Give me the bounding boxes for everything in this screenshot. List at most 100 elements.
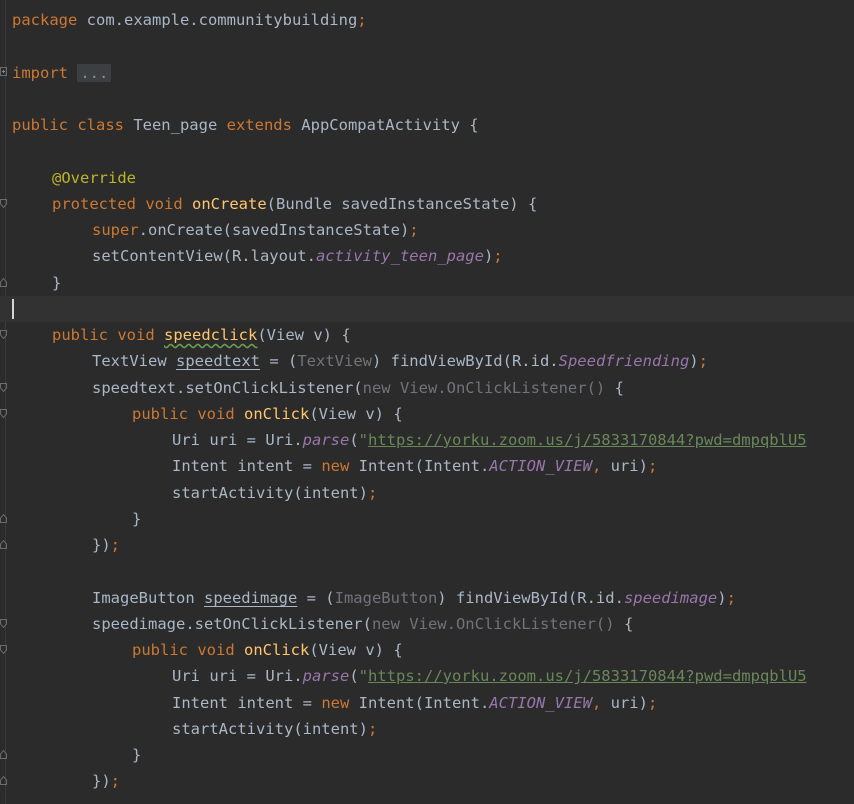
fold-end-icon[interactable] [0, 540, 7, 549]
fold-end-icon[interactable] [0, 750, 7, 759]
code-text: ) [689, 352, 699, 370]
code-line[interactable]: } [52, 270, 61, 296]
gutter-divider [5, 0, 6, 804]
url-link[interactable]: https://yorku.zoom.us/j/5833170844?pwd=d… [368, 431, 807, 449]
code-line[interactable]: protected void onCreate(Bundle savedInst… [52, 191, 537, 217]
code-text: { [614, 615, 634, 633]
code-line[interactable]: ImageButton speedimage = (ImageButton) f… [92, 585, 736, 611]
code-text: ( [349, 431, 359, 449]
method-name: onCreate [192, 195, 267, 213]
code-line[interactable]: Intent intent = new Intent(Intent.ACTION… [172, 453, 657, 479]
code-line[interactable]: import ... [12, 60, 112, 86]
anonymous-class: new View.OnClickListener() [362, 379, 606, 397]
code-text: }) [92, 772, 111, 790]
code-line[interactable]: package com.example.communitybuilding; [12, 7, 367, 33]
code-line[interactable]: Intent intent = new Intent(Intent.ACTION… [172, 690, 657, 716]
semicolon: ; [726, 589, 736, 607]
fold-collapse-icon[interactable] [0, 645, 7, 654]
code-text: }) [92, 536, 111, 554]
fold-end-icon[interactable] [0, 776, 7, 785]
fold-collapse-icon[interactable] [0, 199, 7, 208]
code-text: AppCompatActivity { [291, 116, 479, 134]
keyword: public class [12, 116, 124, 134]
code-line[interactable]: setContentView(R.layout.activity_teen_pa… [92, 243, 503, 269]
code-line[interactable]: Uri uri = Uri.parse("https://yorku.zoom.… [172, 663, 807, 689]
code-line[interactable]: public void onClick(View v) { [132, 637, 403, 663]
comma: , [591, 457, 602, 475]
code-line[interactable]: public void onClick(View v) { [132, 401, 403, 427]
fold-collapse-icon[interactable] [0, 409, 7, 418]
fold-collapse-icon[interactable] [0, 383, 7, 392]
code-line[interactable]: startActivity(intent); [172, 480, 377, 506]
code-text: (Bundle savedInstanceState) { [266, 195, 538, 213]
string-quote: " [358, 667, 369, 685]
code-line[interactable]: }); [92, 532, 120, 558]
code-line[interactable]: } [132, 506, 141, 532]
fold-collapse-icon[interactable] [0, 619, 7, 628]
code-text: ) [717, 589, 727, 607]
code-text: uri) [601, 694, 648, 712]
field-reference: ACTION_VIEW [489, 694, 592, 712]
annotation: @Override [52, 169, 136, 187]
code-text: com.example.communitybuilding [77, 11, 358, 29]
code-text: ImageButton [92, 589, 204, 607]
code-text: = ( [260, 352, 298, 370]
keyword: package [12, 11, 78, 29]
keyword: public void [132, 405, 235, 423]
code-text: ( [349, 667, 359, 685]
semicolon: ; [647, 457, 658, 475]
code-text: ) [483, 247, 494, 265]
code-line[interactable]: speedtext.setOnClickListener(new View.On… [92, 375, 624, 401]
keyword: super [92, 221, 139, 239]
code-text: Intent(Intent. [349, 457, 490, 475]
keyword: new [321, 694, 350, 712]
code-line[interactable]: TextView speedtext = (TextView) findView… [92, 348, 708, 374]
code-text: startActivity(intent) [172, 484, 368, 502]
code-line[interactable]: }); [92, 768, 120, 794]
code-line[interactable]: super.onCreate(savedInstanceState); [92, 217, 419, 243]
semicolon: ; [357, 11, 367, 29]
semicolon: ; [409, 221, 419, 239]
field-reference: activity_teen_page [315, 247, 484, 265]
code-line[interactable]: public class Teen_page extends AppCompat… [12, 112, 479, 138]
anonymous-class: new View.OnClickListener() [371, 615, 615, 633]
fold-end-icon[interactable] [0, 278, 7, 287]
code-line[interactable]: } [132, 742, 141, 768]
brace: } [132, 746, 142, 764]
current-line-highlight [0, 296, 854, 322]
code-line[interactable]: startActivity(intent); [172, 716, 377, 742]
fold-expand-icon[interactable] [0, 67, 7, 76]
code-text: ) findViewById(R.id. [437, 589, 624, 607]
comma: , [591, 694, 602, 712]
redundant-cast: ImageButton [334, 589, 438, 607]
semicolon: ; [367, 484, 378, 502]
code-text: speedimage.setOnClickListener( [92, 615, 372, 633]
url-link[interactable]: https://yorku.zoom.us/j/5833170844?pwd=d… [368, 667, 807, 685]
code-text: .onCreate(savedInstanceState) [138, 221, 410, 239]
code-line[interactable]: public void speedclick(View v) { [52, 322, 351, 348]
code-text: ) findViewById(R.id. [371, 352, 559, 370]
code-text: Intent intent = [172, 694, 322, 712]
keyword: public void [132, 641, 235, 659]
code-text: Uri uri = Uri. [172, 667, 303, 685]
method-reference: parse [302, 431, 350, 449]
folded-imports[interactable]: ... [77, 64, 112, 82]
fold-end-icon[interactable] [0, 514, 7, 523]
code-line[interactable]: Uri uri = Uri.parse("https://yorku.zoom.… [172, 427, 807, 453]
field-reference: Speedfriending [558, 352, 690, 370]
fold-collapse-icon[interactable] [0, 330, 7, 339]
code-line[interactable]: speedimage.setOnClickListener(new View.O… [92, 611, 633, 637]
keyword: new [321, 457, 350, 475]
code-line[interactable]: @Override [52, 165, 136, 191]
code-text: TextView [92, 352, 176, 370]
code-editor[interactable]: package com.example.communitybuilding; i… [0, 0, 854, 804]
code-text: Intent intent = [172, 457, 322, 475]
text-caret [12, 299, 14, 319]
class-name: Teen_page [123, 116, 227, 134]
semicolon: ; [367, 720, 378, 738]
method-name: speedclick [164, 326, 258, 344]
